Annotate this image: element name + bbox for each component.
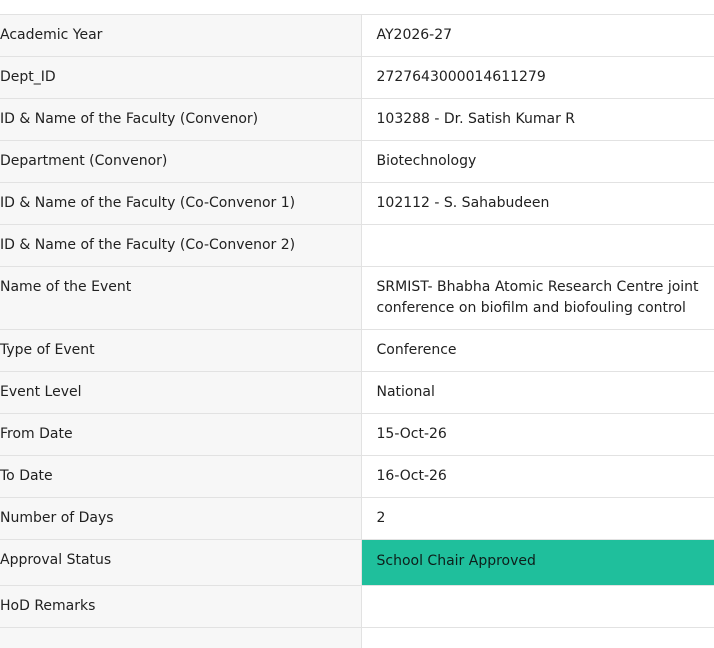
row-academic-year: Academic Year AY2026-27 [0, 15, 714, 57]
from-date-value: 15-Oct-26 [361, 414, 714, 456]
event-details-table: Academic Year AY2026-27 Dept_ID 27276430… [0, 14, 714, 648]
row-number-of-days: Number of Days 2 [0, 498, 714, 540]
approval-status-badge: School Chair Approved [361, 540, 714, 586]
row-to-date: To Date 16-Oct-26 [0, 456, 714, 498]
dept-id-label: Dept_ID [0, 57, 361, 99]
row-hod-remarks: HoD Remarks [0, 586, 714, 628]
row-convenor: ID & Name of the Faculty (Convenor) 1032… [0, 99, 714, 141]
event-level-label: Event Level [0, 372, 361, 414]
convenor-label: ID & Name of the Faculty (Convenor) [0, 99, 361, 141]
to-date-value: 16-Oct-26 [361, 456, 714, 498]
row-event-level: Event Level National [0, 372, 714, 414]
academic-year-value: AY2026-27 [361, 15, 714, 57]
from-date-label: From Date [0, 414, 361, 456]
row-event-name: Name of the Event SRMIST- Bhabha Atomic … [0, 267, 714, 330]
co-convenor-2-label: ID & Name of the Faculty (Co-Convenor 2) [0, 225, 361, 267]
department-convenor-label: Department (Convenor) [0, 141, 361, 183]
row-dept-id: Dept_ID 2727643000014611279 [0, 57, 714, 99]
event-name-label: Name of the Event [0, 267, 361, 330]
hod-remarks-label: HoD Remarks [0, 586, 361, 628]
co-convenor-1-value: 102112 - S. Sahabudeen [361, 183, 714, 225]
event-level-value: National [361, 372, 714, 414]
hod-remarks-value [361, 586, 714, 628]
row-co-convenor-1: ID & Name of the Faculty (Co-Convenor 1)… [0, 183, 714, 225]
row-department-convenor: Department (Convenor) Biotechnology [0, 141, 714, 183]
event-name-value: SRMIST- Bhabha Atomic Research Centre jo… [361, 267, 714, 330]
row-event-type: Type of Event Conference [0, 330, 714, 372]
co-convenor-2-value [361, 225, 714, 267]
row-from-date: From Date 15-Oct-26 [0, 414, 714, 456]
number-of-days-value: 2 [361, 498, 714, 540]
event-type-value: Conference [361, 330, 714, 372]
number-of-days-label: Number of Days [0, 498, 361, 540]
row-co-convenor-2: ID & Name of the Faculty (Co-Convenor 2) [0, 225, 714, 267]
department-convenor-value: Biotechnology [361, 141, 714, 183]
convenor-value: 103288 - Dr. Satish Kumar R [361, 99, 714, 141]
dept-id-value: 2727643000014611279 [361, 57, 714, 99]
academic-year-label: Academic Year [0, 15, 361, 57]
co-convenor-1-label: ID & Name of the Faculty (Co-Convenor 1) [0, 183, 361, 225]
event-type-label: Type of Event [0, 330, 361, 372]
approval-status-label: Approval Status [0, 540, 361, 586]
to-date-label: To Date [0, 456, 361, 498]
row-approval-status: Approval Status School Chair Approved [0, 540, 714, 586]
